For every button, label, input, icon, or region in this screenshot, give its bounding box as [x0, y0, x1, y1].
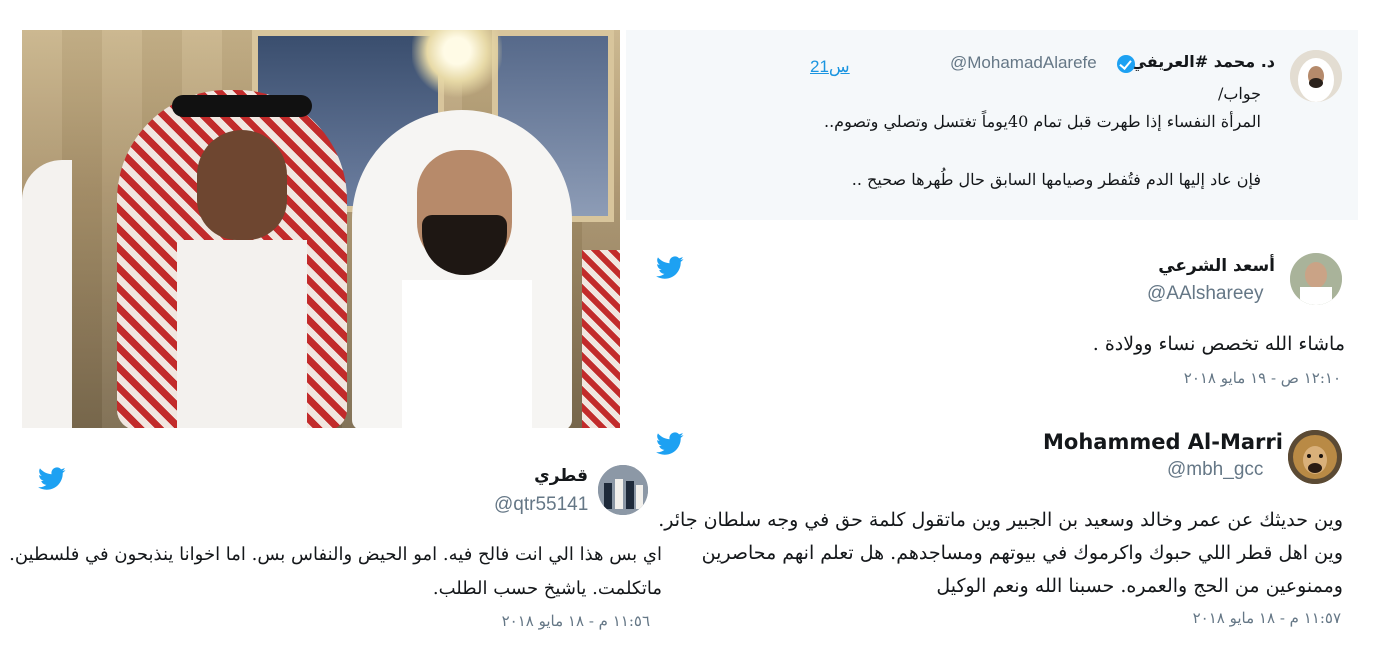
tweet-text: ماشاء الله تخصص نساء وولادة . [1092, 333, 1345, 355]
avatar-aalshareey[interactable] [1290, 253, 1342, 305]
avatar-mbh-gcc[interactable] [1288, 430, 1342, 484]
photo-two-men [22, 30, 620, 428]
photo-background-person [22, 160, 72, 428]
screenshot-collage: د. محمد #العريفي @MohamadAlarefe 21س جوا… [0, 0, 1378, 662]
tweet-time-link[interactable]: 21س [810, 57, 850, 77]
face [197, 130, 287, 240]
photo-person-right [332, 100, 612, 428]
tweet-text-line: وين حديثك عن عمر وخالد وسعيد بن الجبير و… [658, 509, 1343, 531]
tweet-author-handle[interactable]: @mbh_gcc [1167, 459, 1263, 481]
avatar-alarefe[interactable] [1290, 50, 1342, 102]
tweet-text-line: وين اهل قطر اللي حبوك واكرموك في بيوتهم … [701, 542, 1343, 564]
tweet-text-line: المرأة النفساء إذا طهرت قبل تمام 40يوماً… [823, 112, 1261, 131]
tweet-text-line: فإن عاد إليها الدم فتُفطر وصيامها السابق… [851, 170, 1261, 189]
tweet-author-handle[interactable]: @MohamadAlarefe [950, 53, 1097, 73]
tweet-author-name[interactable]: قطري [534, 466, 588, 486]
group-photo-avatar-icon [598, 465, 648, 515]
avatar-qtr55141[interactable] [598, 465, 648, 515]
lion-avatar-icon [1288, 430, 1342, 484]
tweet-text-line: ماتكلمت. ياشيخ حسب الطلب. [432, 578, 662, 599]
avatar-portrait-icon [1290, 253, 1342, 305]
tweet-text-line: جواب/ [1217, 84, 1261, 103]
tweet-author-name[interactable]: د. محمد #العريفي [1131, 52, 1275, 71]
verified-badge-icon [1117, 55, 1135, 73]
tweet-timestamp[interactable]: ١١:٥٦ م - ١٨ مايو ٢٠١٨ [502, 612, 650, 630]
tweet-author-name[interactable]: أسعد الشرعي [1158, 256, 1275, 276]
tweet-author-name[interactable]: Mohammed Al-Marri [1043, 430, 1283, 454]
avatar-portrait-icon [1290, 50, 1342, 102]
tweet-author-handle[interactable]: @qtr55141 [494, 494, 588, 516]
white-thobe [177, 240, 307, 428]
tweet-timestamp[interactable]: ١١:٥٧ م - ١٨ مايو ٢٠١٨ [1193, 609, 1341, 627]
white-thobe [402, 280, 532, 428]
twitter-bird-icon[interactable] [656, 432, 684, 460]
twitter-bird-icon[interactable] [656, 256, 684, 284]
black-agal [172, 95, 312, 117]
twitter-bird-icon[interactable] [38, 467, 66, 495]
tweet-text-line: وممنوعين من الحج والعمره. حسبنا الله ونع… [936, 575, 1343, 597]
tweet-timestamp[interactable]: ١٢:١٠ ص - ١٩ مايو ٢٠١٨ [1184, 369, 1341, 387]
photo-chandelier [412, 30, 502, 100]
tweet-author-handle[interactable]: @AAlshareey [1147, 283, 1263, 305]
tweet-text-line: اي بس هذا الي انت فالح فيه. امو الحيض وا… [9, 544, 662, 565]
